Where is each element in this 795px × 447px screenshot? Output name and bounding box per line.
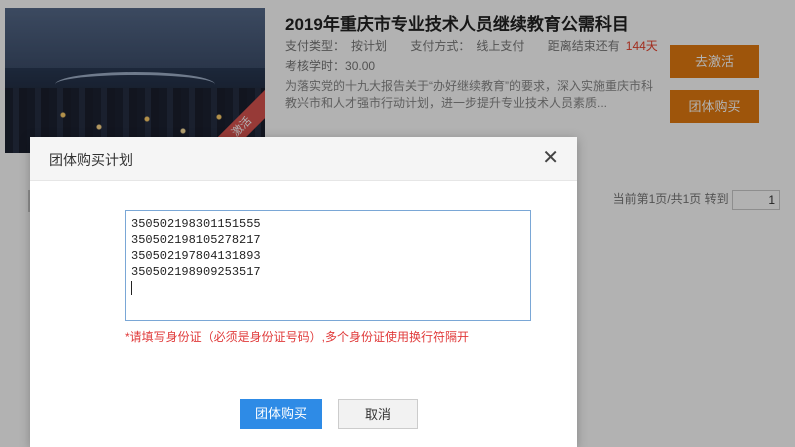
id-line: 350502198301151555 (131, 217, 261, 231)
id-input-hint: *请填写身份证（必须是身份证号码）,多个身份证使用换行符隔开 (125, 330, 470, 344)
id-line: 350502198105278217 (131, 233, 261, 247)
modal-header: 团体购买计划 ✕ (30, 137, 577, 181)
id-numbers-textarea[interactable]: 350502198301151555 350502198105278217 35… (125, 210, 531, 321)
cancel-button[interactable]: 取消 (338, 399, 418, 429)
close-icon[interactable]: ✕ (542, 148, 559, 168)
group-buy-modal: 团体购买计划 ✕ 350502198301151555 350502198105… (30, 137, 577, 447)
text-caret (131, 280, 132, 295)
modal-title: 团体购买计划 (49, 152, 133, 168)
id-line: 350502197804131893 (131, 249, 261, 263)
submit-group-buy-button[interactable]: 团体购买 (240, 399, 322, 429)
id-line: 350502198909253517 (131, 265, 261, 279)
